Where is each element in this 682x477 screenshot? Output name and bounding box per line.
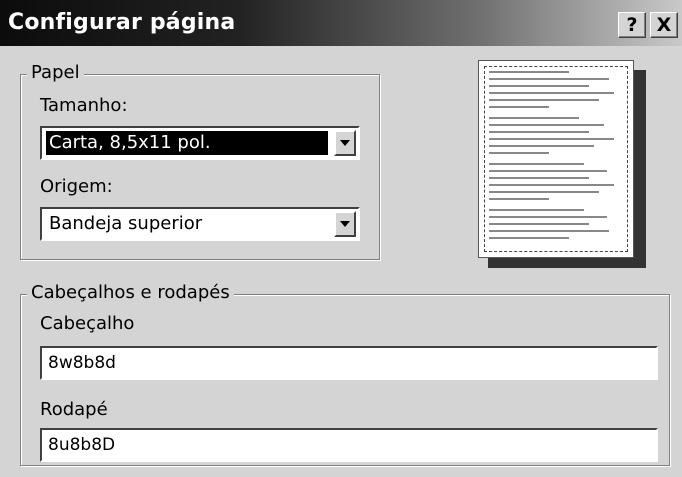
header-field[interactable] <box>40 346 658 380</box>
dialog-title: Configurar página <box>8 10 236 35</box>
paper-size-dropdown-button[interactable] <box>334 130 356 156</box>
headers-footers-legend: Cabeçalhos e rodapés <box>27 282 234 303</box>
title-bar[interactable]: Configurar página ? X <box>0 0 682 46</box>
footer-input[interactable] <box>48 434 638 456</box>
chevron-down-icon <box>340 221 350 227</box>
source-label: Origem: <box>40 176 113 197</box>
footer-label: Rodapé <box>40 399 108 420</box>
page-preview <box>478 60 634 258</box>
close-button[interactable]: X <box>650 12 678 38</box>
help-button[interactable]: ? <box>618 12 646 38</box>
chevron-down-icon <box>340 140 350 146</box>
page-setup-dialog: Configurar página ? X Papel Tamanho: Car… <box>0 0 682 477</box>
header-label: Cabeçalho <box>40 313 135 334</box>
paper-group-legend: Papel <box>27 62 84 83</box>
footer-field[interactable] <box>40 428 658 462</box>
paper-size-value: Carta, 8,5x11 pol. <box>46 131 328 155</box>
paper-source-dropdown-button[interactable] <box>334 211 356 237</box>
paper-size-select[interactable]: Carta, 8,5x11 pol. <box>40 126 360 160</box>
size-label: Tamanho: <box>40 95 128 116</box>
paper-source-select[interactable]: Bandeja superior <box>40 207 360 241</box>
header-input[interactable] <box>48 352 638 374</box>
paper-source-value: Bandeja superior <box>49 213 203 234</box>
